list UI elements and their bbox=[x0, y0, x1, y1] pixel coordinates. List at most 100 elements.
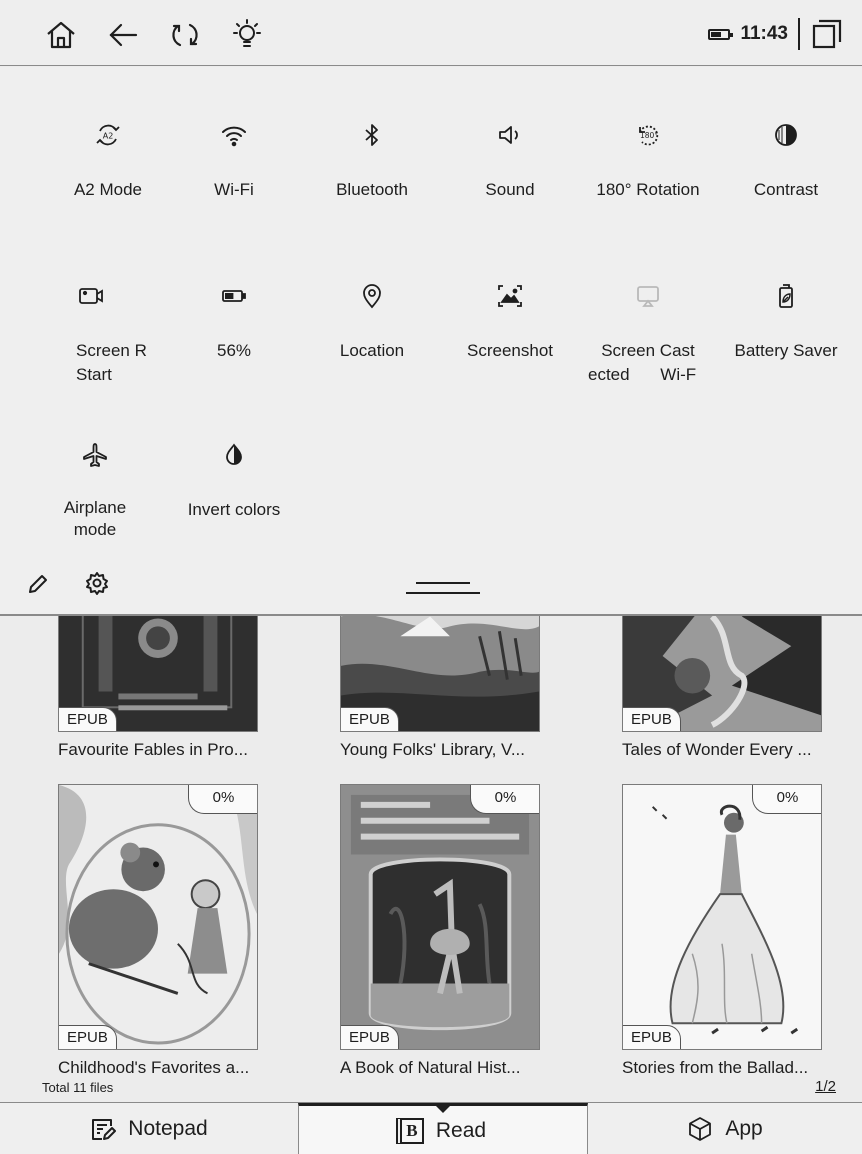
format-badge: EPUB bbox=[59, 707, 117, 731]
tile-label: 56% bbox=[216, 341, 252, 360]
a2-mode-icon: A2 bbox=[96, 124, 120, 146]
book-title: Favourite Fables in Pro... bbox=[58, 740, 248, 759]
tile-location[interactable]: Location bbox=[300, 276, 444, 363]
screenshot-icon bbox=[498, 285, 522, 307]
light-bulb-icon[interactable] bbox=[230, 18, 264, 52]
contrast-icon bbox=[775, 124, 797, 146]
book-title: Childhood's Favorites a... bbox=[58, 1058, 250, 1077]
format-badge: EPUB bbox=[341, 707, 399, 731]
tile-screen-cast[interactable]: Screen Cast ected Wi-F bbox=[576, 276, 720, 387]
tile-invert-colors[interactable]: Invert colors bbox=[162, 435, 306, 522]
book-item[interactable]: EPUB Tales of Wonder Every ... bbox=[622, 616, 862, 760]
book-item[interactable]: 0% EPUB Childhood's Favorites a... bbox=[58, 784, 298, 1078]
tab-notepad[interactable]: Notepad bbox=[0, 1103, 298, 1154]
tile-label: 180° Rotation bbox=[596, 180, 700, 199]
cover-art bbox=[623, 785, 821, 1049]
book-icon: B bbox=[399, 1117, 424, 1144]
svg-text:180°: 180° bbox=[640, 131, 658, 140]
progress-badge: 0% bbox=[752, 785, 821, 814]
quick-settings-panel: A2 A2 Mode Wi-Fi Bluetooth Sound 180° 18… bbox=[0, 67, 862, 615]
format-badge: EPUB bbox=[623, 707, 681, 731]
library-grid: EPUB Favourite Fables in Pro... EPUB You… bbox=[0, 616, 862, 1102]
tile-label: Contrast bbox=[753, 180, 819, 199]
book-title: Young Folks' Library, V... bbox=[340, 740, 525, 759]
book-cover[interactable]: EPUB bbox=[622, 616, 822, 732]
cover-art bbox=[341, 785, 539, 1049]
tile-label: Location bbox=[339, 341, 405, 360]
cover-art bbox=[59, 785, 257, 1049]
book-cover[interactable]: EPUB bbox=[340, 616, 540, 732]
wifi-icon bbox=[222, 126, 246, 147]
clock: 11:43 bbox=[740, 23, 788, 44]
tab-label: App bbox=[725, 1117, 763, 1140]
tile-wifi[interactable]: Wi-Fi bbox=[162, 115, 306, 202]
tile-label: Sound bbox=[485, 180, 535, 199]
tile-screenshot[interactable]: Screenshot bbox=[438, 276, 582, 363]
settings-gear-icon[interactable] bbox=[84, 570, 110, 596]
screen-cast-icon bbox=[637, 286, 659, 307]
tile-contrast[interactable]: Contrast bbox=[714, 115, 858, 202]
tile-rotation[interactable]: 180° 180° Rotation bbox=[576, 115, 720, 202]
tile-airplane[interactable]: Airplane mode bbox=[23, 435, 167, 541]
panel-drag-handle[interactable] bbox=[406, 582, 480, 594]
svg-text:A2: A2 bbox=[103, 132, 114, 141]
tile-label: Bluetooth bbox=[336, 180, 408, 199]
tile-label: Battery Saver bbox=[734, 341, 838, 360]
book-item[interactable]: 0% EPUB A Book of Natural Hist... bbox=[340, 784, 580, 1078]
book-title: Stories from the Ballad... bbox=[622, 1058, 809, 1077]
rotation-180-icon: 180° bbox=[639, 125, 658, 146]
home-icon[interactable] bbox=[44, 18, 78, 52]
tile-label: Airplane bbox=[63, 498, 127, 517]
recent-apps-icon[interactable] bbox=[810, 17, 844, 51]
tile-sublabel: Start bbox=[76, 365, 112, 384]
status-right: 11:43 bbox=[708, 14, 844, 54]
tile-label: Invert colors bbox=[187, 500, 281, 519]
battery-status-icon bbox=[708, 28, 734, 40]
quick-settings-footer bbox=[0, 562, 862, 615]
refresh-icon[interactable] bbox=[168, 18, 202, 52]
book-cover[interactable]: 0% EPUB bbox=[58, 784, 258, 1050]
tile-sound[interactable]: Sound bbox=[438, 115, 582, 202]
bluetooth-icon bbox=[365, 124, 378, 146]
format-badge: EPUB bbox=[341, 1025, 399, 1049]
book-item[interactable]: EPUB Young Folks' Library, V... bbox=[340, 616, 580, 760]
tile-label: Screen R bbox=[76, 341, 147, 360]
format-badge: EPUB bbox=[623, 1025, 681, 1049]
tile-label: Screen Cast bbox=[601, 341, 695, 360]
tab-label: Read bbox=[435, 1118, 487, 1142]
status-divider bbox=[798, 18, 800, 50]
battery-icon bbox=[222, 290, 246, 302]
tab-read[interactable]: B Read bbox=[298, 1103, 588, 1154]
sound-icon bbox=[499, 126, 518, 144]
progress-badge: 0% bbox=[470, 785, 539, 814]
book-title: Tales of Wonder Every ... bbox=[622, 740, 812, 759]
book-cover[interactable]: 0% EPUB bbox=[622, 784, 822, 1050]
tile-sublabel: mode bbox=[73, 520, 117, 539]
book-title: A Book of Natural Hist... bbox=[340, 1058, 521, 1077]
invert-colors-icon bbox=[226, 443, 242, 465]
book-cover[interactable]: EPUB bbox=[58, 616, 258, 732]
page-indicator[interactable]: 1/2 bbox=[815, 1078, 836, 1095]
tile-battery-saver[interactable]: Battery Saver bbox=[714, 276, 858, 363]
tile-label: Wi-Fi bbox=[214, 180, 254, 199]
back-icon[interactable] bbox=[106, 18, 140, 52]
edit-pencil-icon[interactable] bbox=[26, 572, 50, 596]
tile-screen-record[interactable]: Screen R Start bbox=[22, 276, 166, 387]
location-icon bbox=[363, 284, 381, 309]
tile-battery[interactable]: 56% bbox=[162, 276, 306, 363]
bottom-navigation: Notepad B Read App bbox=[0, 1102, 862, 1154]
tab-app[interactable]: App bbox=[588, 1103, 862, 1154]
tile-a2-mode[interactable]: A2 A2 Mode bbox=[36, 115, 180, 202]
tile-bluetooth[interactable]: Bluetooth bbox=[300, 115, 444, 202]
book-cover[interactable]: 0% EPUB bbox=[340, 784, 540, 1050]
book-item[interactable]: 0% EPUB Stories from the Ballad... bbox=[622, 784, 862, 1078]
tile-sublabel: ected Wi-F bbox=[588, 365, 696, 384]
airplane-icon bbox=[83, 443, 107, 467]
app-cube-icon bbox=[689, 1117, 712, 1141]
tab-label: Notepad bbox=[128, 1117, 208, 1140]
active-tab-indicator bbox=[435, 1105, 451, 1113]
tile-label: Screenshot bbox=[467, 341, 553, 360]
screen-record-icon bbox=[79, 288, 103, 304]
tile-label: A2 Mode bbox=[73, 180, 143, 199]
book-item[interactable]: EPUB Favourite Fables in Pro... bbox=[58, 616, 298, 760]
